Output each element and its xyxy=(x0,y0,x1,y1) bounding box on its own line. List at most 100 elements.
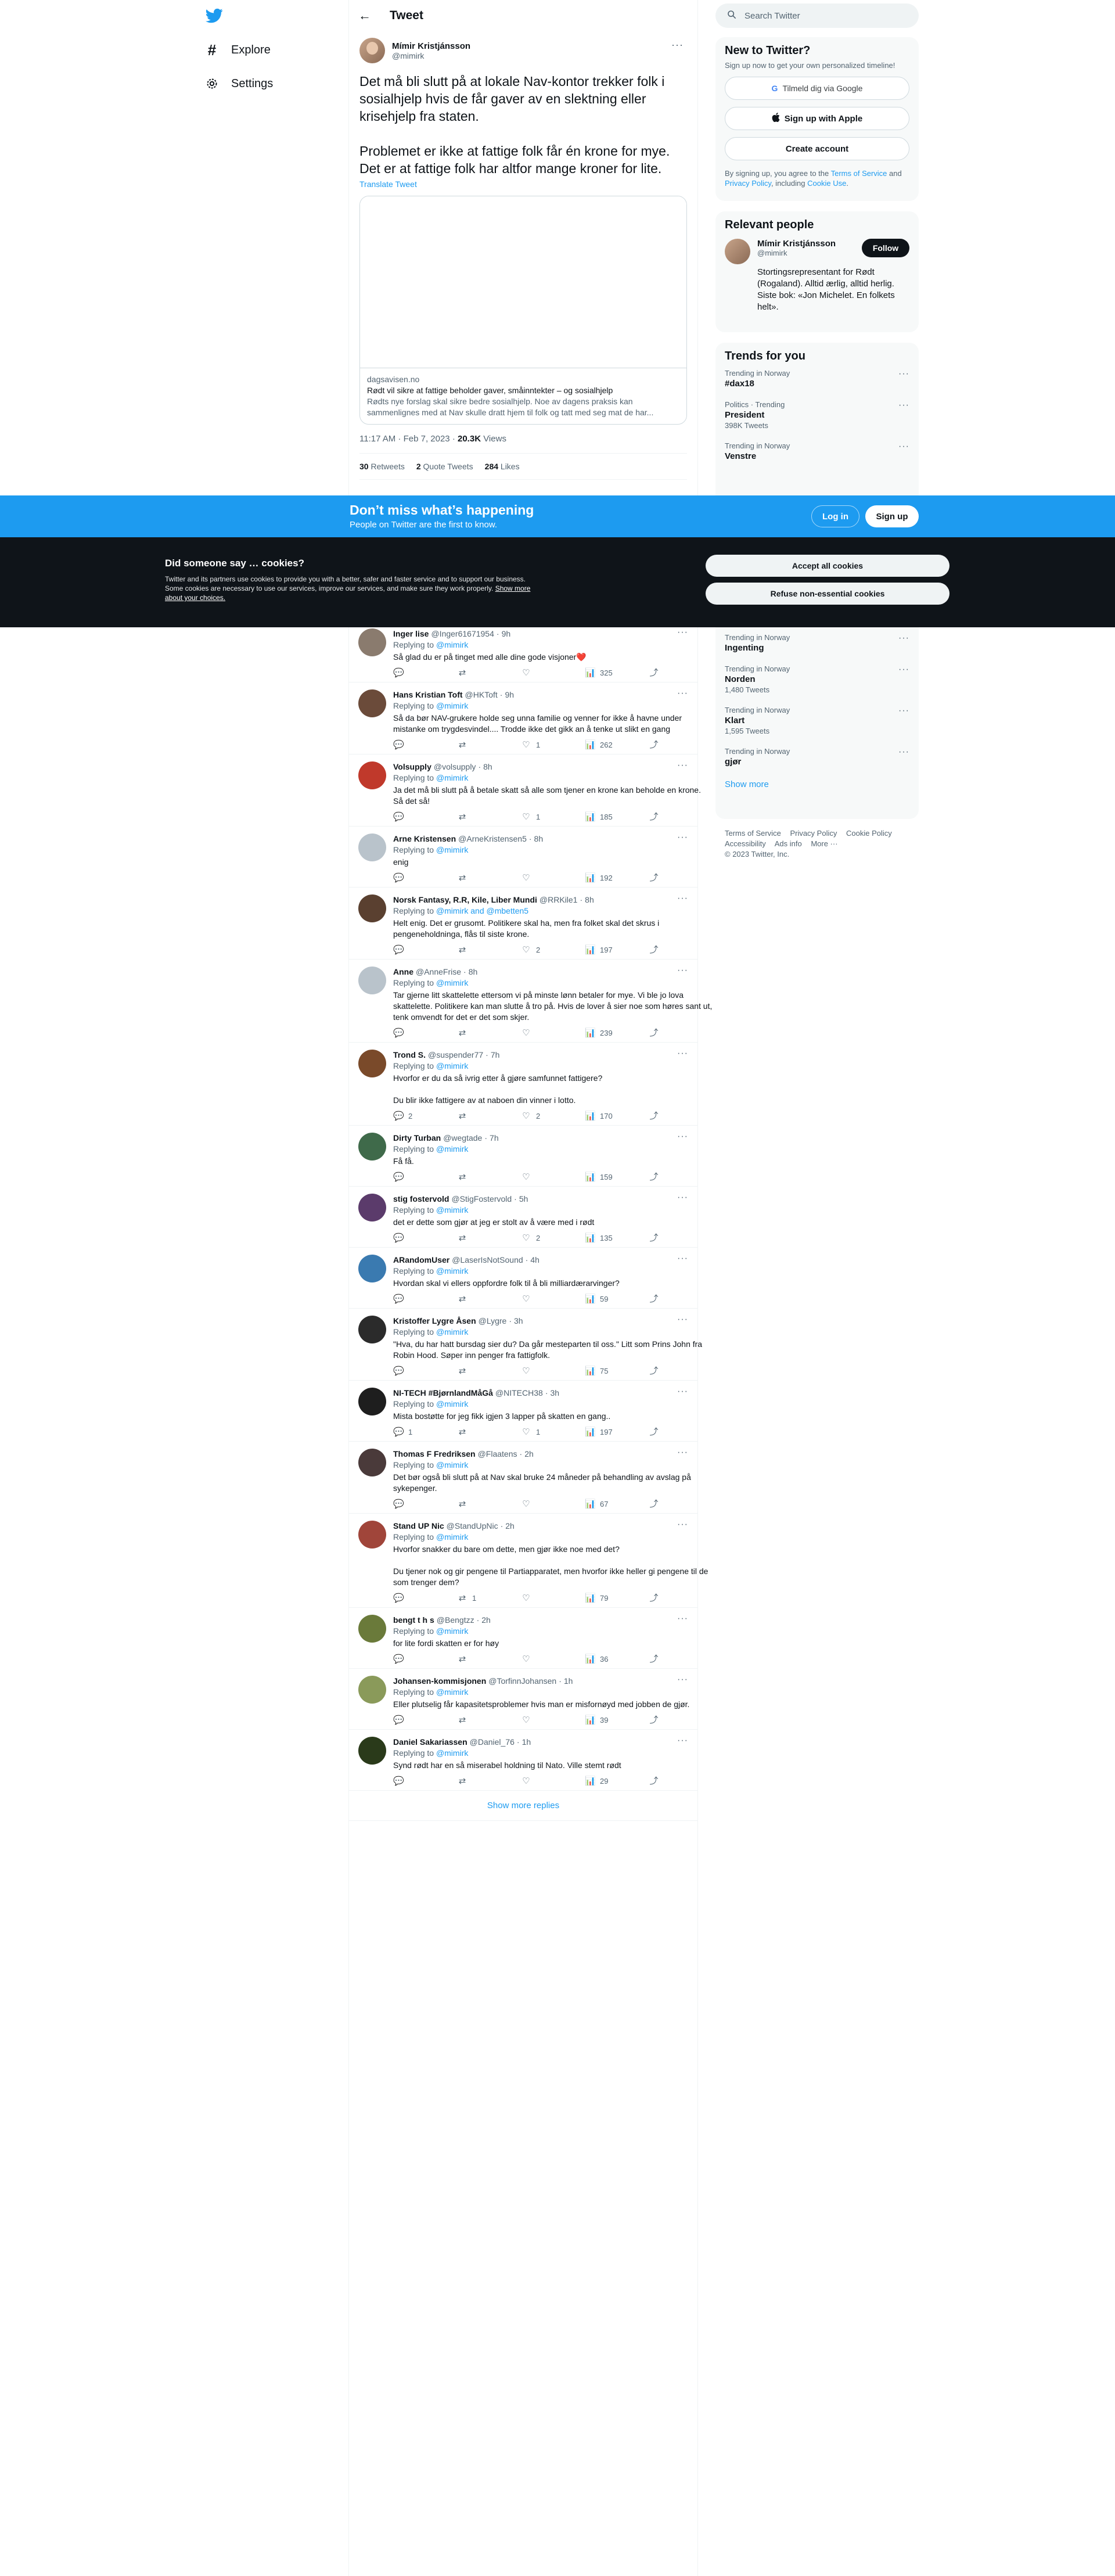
reply-time[interactable]: 2h xyxy=(481,1615,491,1626)
apple-signup-button[interactable]: Sign up with Apple xyxy=(725,107,909,130)
reply-author-handle[interactable]: @suspender77 xyxy=(428,1050,483,1061)
retweet-button[interactable]: ⇄ xyxy=(457,1715,521,1726)
reply-tweet[interactable]: NI-TECH #BjørnlandMåGå @NITECH38 · 3h Replyi… xyxy=(349,1381,697,1442)
reply-author-name[interactable]: Volsupply xyxy=(393,761,431,773)
footer-privacy-link[interactable]: Privacy Policy xyxy=(790,829,837,838)
more-options-icon[interactable]: ··· xyxy=(677,1386,688,1397)
retweet-button[interactable]: ⇄ xyxy=(457,667,521,678)
views-button[interactable]: 📊 262 xyxy=(585,739,649,750)
avatar[interactable] xyxy=(358,1615,386,1643)
reply-author-name[interactable]: Johansen-kommisjonen xyxy=(393,1676,486,1687)
reply-author-name[interactable]: Trond S. xyxy=(393,1050,426,1061)
reply-time[interactable]: 2h xyxy=(524,1449,534,1460)
reply-author-handle[interactable]: @ArneKristensen5 xyxy=(458,833,527,845)
reply-button[interactable]: 💬 xyxy=(393,1499,457,1510)
like-button[interactable]: ♡ xyxy=(521,1654,585,1665)
reply-time[interactable]: 8h xyxy=(534,833,544,845)
retweet-button[interactable]: ⇄ xyxy=(457,739,521,750)
reply-tweet[interactable]: Volsupply @volsupply · 8h Replying to @mimir… xyxy=(349,755,701,827)
reply-author-name[interactable]: Hans Kristian Toft xyxy=(393,689,463,700)
retweet-button[interactable]: ⇄ xyxy=(457,811,521,822)
avatar[interactable] xyxy=(358,1676,386,1704)
more-options-icon[interactable]: ··· xyxy=(898,706,909,716)
views-button[interactable]: 📊 197 xyxy=(585,1427,649,1438)
replying-to-link[interactable]: @mimirk xyxy=(436,1626,468,1636)
accept-cookies-button[interactable]: Accept all cookies xyxy=(706,555,949,577)
reply-button[interactable]: 💬 xyxy=(393,1776,457,1787)
reply-author-name[interactable]: NI-TECH #BjørnlandMåGå xyxy=(393,1388,493,1399)
views-button[interactable]: 📊 192 xyxy=(585,872,649,883)
replying-to-link[interactable]: @mimirk xyxy=(436,1327,468,1336)
replying-to-link[interactable]: @mimirk xyxy=(436,1205,468,1215)
more-options-icon[interactable]: ··· xyxy=(677,1736,688,1746)
reply-button[interactable]: 💬 xyxy=(393,1715,457,1726)
share-button[interactable]: ⤴ xyxy=(649,1776,713,1787)
like-button[interactable]: ♡ 2 xyxy=(521,1233,585,1244)
reply-author-name[interactable]: bengt t h s xyxy=(393,1615,434,1626)
reply-time[interactable]: 8h xyxy=(469,967,478,978)
avatar[interactable] xyxy=(359,38,385,63)
replying-to-link[interactable]: @mimirk xyxy=(436,1532,468,1542)
views-button[interactable]: 📊 39 xyxy=(585,1715,649,1726)
more-options-icon[interactable]: ··· xyxy=(677,1614,688,1624)
more-options-icon[interactable]: ··· xyxy=(898,633,909,644)
replying-to-link[interactable]: @mimirk xyxy=(436,773,468,782)
trend-item[interactable]: Trending in Norway Ingenting ··· xyxy=(725,627,909,659)
views-button[interactable]: 📊 135 xyxy=(585,1233,649,1244)
translate-tweet-link[interactable]: Translate Tweet xyxy=(359,179,687,189)
retweets-stat[interactable]: 30 Retweets xyxy=(359,462,405,471)
retweet-button[interactable]: ⇄ xyxy=(457,1233,521,1244)
link-card[interactable]: dagsavisen.no Rødt vil sikre at fattige … xyxy=(359,196,687,425)
author-name[interactable]: Mímir Kristjánsson xyxy=(392,41,470,51)
reply-button[interactable]: 💬 1 xyxy=(393,1427,457,1438)
reply-button[interactable]: 💬 xyxy=(393,1027,457,1039)
more-options-icon[interactable]: ··· xyxy=(671,39,684,51)
retweet-button[interactable]: ⇄ xyxy=(457,872,521,883)
reply-button[interactable]: 💬 xyxy=(393,1366,457,1377)
reply-time[interactable]: 9h xyxy=(502,628,511,639)
reply-tweet[interactable]: Arne Kristensen @ArneKristensen5 · 8h Replyi… xyxy=(349,827,697,888)
share-button[interactable]: ⤴ xyxy=(649,1366,713,1377)
reply-author-name[interactable]: Dirty Turban xyxy=(393,1133,441,1144)
retweet-button[interactable]: ⇄ xyxy=(457,944,521,955)
more-options-icon[interactable]: ··· xyxy=(677,893,688,904)
reply-tweet[interactable]: Daniel Sakariassen @Daniel_76 · 1h Replying … xyxy=(349,1730,697,1791)
like-button[interactable]: ♡ 1 xyxy=(521,1427,585,1438)
more-options-icon[interactable]: ··· xyxy=(677,760,688,771)
share-button[interactable]: ⤴ xyxy=(649,811,713,822)
footer-accessibility-link[interactable]: Accessibility xyxy=(725,839,766,848)
refuse-cookies-button[interactable]: Refuse non-essential cookies xyxy=(706,583,949,605)
reply-time[interactable]: 7h xyxy=(491,1050,500,1061)
more-options-icon[interactable]: ··· xyxy=(677,965,688,976)
avatar[interactable] xyxy=(358,1521,386,1549)
reply-author-handle[interactable]: @TorfinnJohansen xyxy=(488,1676,556,1687)
search-input[interactable]: Search Twitter xyxy=(715,3,919,28)
retweet-button[interactable]: ⇄ xyxy=(457,1027,521,1039)
reply-tweet[interactable]: Trond S. @suspender77 · 7h Replying to @mimi… xyxy=(349,1043,697,1126)
more-options-icon[interactable]: ··· xyxy=(677,627,688,638)
relevant-person[interactable]: Mímir Kristjánsson @mimirk Follow xyxy=(725,239,909,264)
reply-author-name[interactable]: Kristoffer Lygre Åsen xyxy=(393,1316,476,1327)
reply-author-name[interactable]: Anne xyxy=(393,967,413,978)
retweet-button[interactable]: ⇄ xyxy=(457,1111,521,1122)
replying-to-link[interactable]: @mimirk xyxy=(436,701,468,710)
retweet-button[interactable]: ⇄ 1 xyxy=(457,1593,521,1604)
reply-author-handle[interactable]: @NITECH38 xyxy=(495,1388,543,1399)
views-button[interactable]: 📊 59 xyxy=(585,1294,649,1305)
replying-to-link[interactable]: @mimirk xyxy=(436,1460,468,1470)
reply-author-name[interactable]: ARandomUser xyxy=(393,1255,449,1266)
reply-button[interactable]: 💬 xyxy=(393,739,457,750)
reply-tweet[interactable]: Inger lise @Inger61671954 · 9h Replying to @… xyxy=(349,621,697,682)
replying-to-link[interactable]: @mimirk and @mbetten5 xyxy=(436,906,528,915)
reply-author-handle[interactable]: @StandUpNic xyxy=(447,1521,498,1532)
more-options-icon[interactable]: ··· xyxy=(677,1447,688,1458)
reply-author-handle[interactable]: @AnneFrise xyxy=(416,967,461,978)
reply-author-name[interactable]: Stand UP Nic xyxy=(393,1521,444,1532)
retweet-button[interactable]: ⇄ xyxy=(457,1294,521,1305)
replying-to-link[interactable]: @mimirk xyxy=(436,1061,468,1070)
reply-author-name[interactable]: Arne Kristensen xyxy=(393,833,456,845)
views-button[interactable]: 📊 185 xyxy=(585,811,649,822)
replying-to-link[interactable]: @mimirk xyxy=(436,1399,468,1409)
avatar[interactable] xyxy=(358,1255,386,1282)
more-options-icon[interactable]: ··· xyxy=(677,1675,688,1685)
